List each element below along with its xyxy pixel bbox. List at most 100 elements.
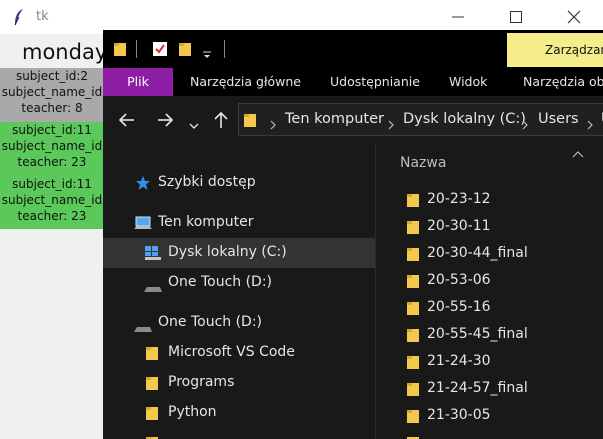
folder-icon — [406, 192, 420, 212]
close-button[interactable] — [551, 0, 597, 34]
breadcrumb-users[interactable]: Users — [538, 111, 579, 127]
breadcrumb-local-disk[interactable]: Dysk lokalny (C:) — [403, 111, 526, 127]
file-name: 20-30-11 — [427, 218, 491, 234]
nav-local-disk-c[interactable]: Dysk lokalny (C:) — [103, 238, 375, 268]
nav-label: Microsoft VS Code — [168, 344, 295, 360]
nav-folder-vscode[interactable]: Microsoft VS Code — [103, 338, 375, 368]
tab-file[interactable]: Plik — [103, 68, 173, 96]
toolbar-separator — [136, 40, 137, 58]
maximize-button[interactable] — [491, 0, 537, 34]
folder-icon — [406, 300, 420, 320]
folder-icon — [243, 112, 257, 132]
nav-this-pc[interactable]: Ten komputer — [103, 208, 375, 238]
file-row[interactable]: 20-55-45_final — [376, 322, 603, 349]
nav-label: Szybki dostęp — [158, 174, 256, 190]
file-row[interactable]: 20-53-06 — [376, 268, 603, 295]
subject-name-label: subject_name_id — [1, 193, 103, 207]
folder-icon — [406, 273, 420, 293]
file-row[interactable]: 20-30-11 — [376, 214, 603, 241]
folder-icon — [145, 405, 159, 425]
tab-share[interactable]: Udostępnianie — [330, 68, 420, 96]
subject-name-label: subject_name_id — [1, 85, 103, 99]
folder-icon — [145, 435, 159, 439]
file-row[interactable]: 21-24-57_final — [376, 376, 603, 403]
new-folder-icon[interactable] — [178, 41, 192, 61]
tab-picture-tools[interactable]: Narzędzia obrazów — [523, 68, 603, 96]
file-row[interactable]: 20-30-44_final — [376, 241, 603, 268]
recent-locations-chevron-icon[interactable] — [189, 115, 211, 137]
nav-label: One Touch (D:) — [158, 314, 263, 330]
day-heading: monday — [22, 40, 108, 64]
file-row[interactable]: 21-24-30 — [376, 349, 603, 376]
tk-titlebar[interactable]: tk — [0, 0, 603, 34]
file-name: 21-24-57_final — [427, 380, 528, 396]
file-row[interactable]: 20-23-12 — [376, 187, 603, 214]
customize-dropdown-icon[interactable] — [203, 44, 211, 63]
windows-drive-icon — [144, 245, 162, 265]
subject-name-label: subject_name_id — [1, 139, 103, 153]
window-title: tk — [36, 9, 49, 24]
file-row[interactable] — [376, 430, 603, 439]
drive-icon — [134, 319, 152, 338]
properties-icon[interactable] — [152, 41, 168, 61]
folder-icon — [406, 408, 420, 428]
file-list: Nazwa 20-23-12 20-30-11 20-30-44_final 20-5… — [376, 144, 603, 439]
subject-id-label: subject_id:11 — [12, 177, 92, 191]
file-explorer-window: Zarządzanie Plik Narzędzia główne Udostę… — [103, 30, 603, 439]
minimize-button[interactable] — [440, 0, 486, 34]
folder-icon — [406, 219, 420, 239]
file-name: 20-53-06 — [427, 272, 491, 288]
nav-folder-python[interactable]: Python — [103, 398, 375, 428]
nav-quick-access[interactable]: Szybki dostęp — [103, 168, 375, 198]
sort-ascending-chevron-icon[interactable] — [572, 144, 584, 163]
file-name: 20-55-45_final — [427, 326, 528, 342]
file-name: 20-23-12 — [427, 191, 491, 207]
nav-label: Programs — [168, 374, 235, 390]
navigation-bar: Ten komputer Dysk lokalny (C:) Users U — [103, 96, 603, 144]
forward-arrow-icon[interactable] — [154, 109, 176, 131]
breadcrumb-this-pc[interactable]: Ten komputer — [285, 111, 384, 127]
chevron-right-icon[interactable] — [388, 115, 394, 134]
chevron-right-icon[interactable] — [522, 115, 528, 134]
address-bar[interactable]: Ten komputer Dysk lokalny (C:) Users U — [238, 103, 603, 136]
column-header-name[interactable]: Nazwa — [400, 155, 446, 171]
nav-label: Python — [168, 404, 217, 420]
teacher-label: teacher: 23 — [17, 209, 87, 223]
folder-icon — [145, 345, 159, 365]
folder-icon — [406, 435, 420, 439]
toolbar-separator — [224, 40, 225, 58]
nav-label: One Touch (D:) — [168, 274, 273, 290]
nav-folder-partial[interactable] — [103, 428, 375, 439]
nav-one-touch-d[interactable]: One Touch (D:) — [103, 308, 375, 338]
back-arrow-icon[interactable] — [116, 109, 138, 131]
lesson-card: subject_id:11 subject_name_id teacher: 2… — [0, 122, 104, 176]
folder-icon — [406, 246, 420, 266]
subject-id-label: subject_id:2 — [15, 69, 89, 83]
chevron-right-icon[interactable] — [270, 115, 276, 134]
file-row[interactable]: 21-30-05 — [376, 403, 603, 430]
lesson-card: subject_id:11 subject_name_id teacher: 2… — [0, 176, 104, 229]
quick-access-toolbar: Zarządzanie — [103, 30, 603, 68]
chevron-right-icon[interactable] — [587, 115, 593, 134]
context-tab-manage[interactable]: Zarządzanie — [507, 33, 603, 67]
teacher-label: teacher: 8 — [21, 101, 83, 115]
lesson-card: subject_id:2 subject_name_id teacher: 8 — [0, 68, 104, 122]
nav-folder-programs[interactable]: Programs — [103, 368, 375, 398]
nav-one-touch-d-sub[interactable]: One Touch (D:) — [103, 268, 375, 298]
nav-label: Dysk lokalny (C:) — [168, 244, 287, 260]
navigation-pane: Szybki dostęp Ten komputer Dysk lokalny … — [103, 144, 375, 439]
folder-icon — [406, 381, 420, 401]
folder-icon — [406, 354, 420, 374]
drive-icon — [144, 279, 162, 298]
file-row[interactable]: 20-55-16 — [376, 295, 603, 322]
star-icon — [135, 175, 151, 195]
tab-home[interactable]: Narzędzia główne — [190, 68, 301, 96]
up-arrow-icon[interactable] — [210, 109, 232, 131]
file-name: 20-30-44_final — [427, 245, 528, 261]
tab-view[interactable]: Widok — [449, 68, 487, 96]
file-name: 21-30-05 — [427, 407, 491, 423]
feather-icon — [13, 8, 25, 30]
folder-icon — [406, 327, 420, 347]
computer-icon — [134, 215, 152, 235]
folder-icon[interactable] — [113, 41, 127, 61]
